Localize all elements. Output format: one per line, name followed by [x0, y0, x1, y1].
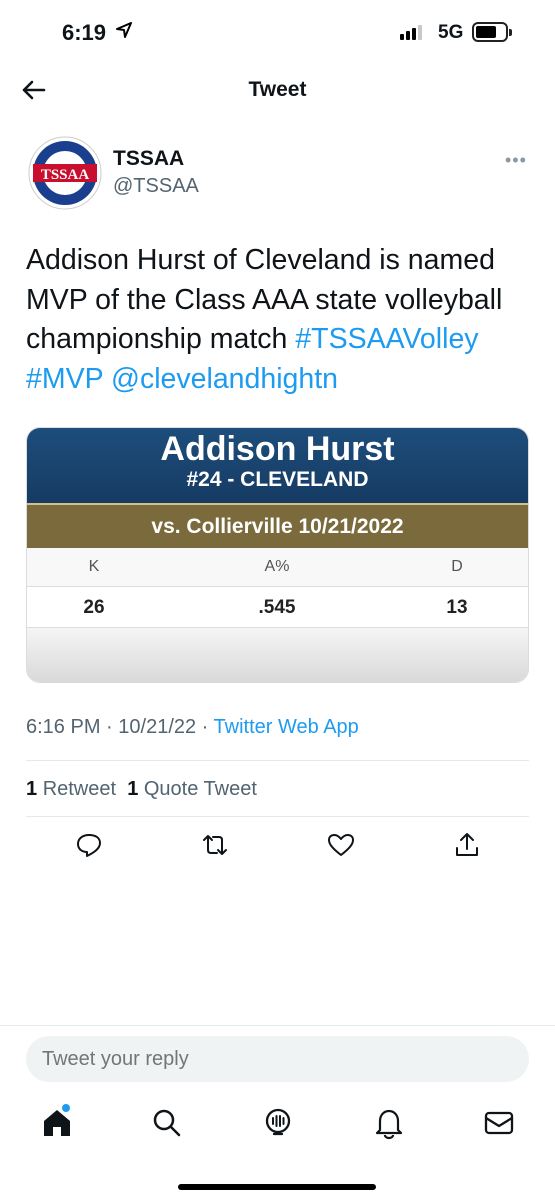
reply-icon[interactable] [74, 830, 104, 860]
tweet-date: 10/21/22 [118, 716, 197, 738]
match-info: vs. Collierville 10/21/2022 [27, 503, 528, 548]
retweet-count-label: Retweet [42, 778, 117, 800]
engagement-counts: 1 Retweet 1 Quote Tweet [26, 778, 257, 801]
notifications-bell-icon[interactable] [372, 1106, 406, 1140]
author-name[interactable]: TSSAA [113, 147, 184, 171]
retweet-count: 1 [26, 778, 38, 800]
stat-value-digs: 13 [446, 597, 468, 618]
player-name: Addison Hurst [160, 430, 395, 468]
share-icon[interactable] [452, 830, 482, 860]
spaces-icon[interactable] [261, 1106, 295, 1140]
top-bar: Tweet [0, 64, 555, 118]
status-time: 6:19 [62, 20, 107, 45]
tweet-text: Addison Hurst of Cleveland is named MVP … [26, 241, 536, 399]
media-image[interactable]: Addison Hurst #24 - CLEVELAND vs. Collie… [26, 427, 529, 683]
like-heart-icon[interactable] [326, 830, 356, 860]
home-icon[interactable] [40, 1106, 74, 1140]
hashtag-link[interactable]: #TSSAAVolley [295, 323, 478, 355]
messages-envelope-icon[interactable] [482, 1106, 516, 1140]
status-bar: 6:19 5G [0, 0, 555, 64]
divider [26, 760, 529, 761]
page-title: Tweet [248, 78, 307, 101]
tweet-meta: 6:16 PM · 10/21/22 · Twitter Web App [26, 716, 359, 738]
card-footer [27, 628, 528, 682]
retweet-icon[interactable] [200, 830, 230, 860]
tssaa-logo-icon: TSSAA [28, 136, 102, 210]
hashtag-link[interactable]: #MVP [26, 363, 103, 395]
bottom-nav [0, 1102, 555, 1152]
stat-value-attack-pct: .545 [258, 597, 296, 618]
stat-values: 26 .545 13 [27, 586, 528, 628]
stat-header-kills: K [88, 558, 100, 575]
notification-dot [62, 1104, 70, 1112]
more-options-icon[interactable]: ••• [505, 150, 527, 171]
search-icon[interactable] [150, 1106, 184, 1140]
card-header: Addison Hurst #24 - CLEVELAND [27, 428, 528, 503]
battery-icon [472, 22, 512, 42]
quote-count: 1 [127, 778, 139, 800]
tweet-source-link[interactable]: Twitter Web App [214, 716, 359, 738]
mention-link[interactable]: @clevelandhightn [111, 363, 338, 395]
player-number: #24 - CLEVELAND [186, 468, 369, 491]
reply-input[interactable] [26, 1036, 529, 1082]
avatar[interactable]: TSSAA [28, 136, 102, 210]
stat-headers: K A% D [27, 548, 528, 586]
network-type: 5G [438, 22, 464, 43]
signal-strength-icon [400, 25, 422, 40]
tweet-time: 6:16 PM [26, 716, 101, 738]
divider [26, 816, 529, 817]
home-indicator [178, 1184, 376, 1190]
author-handle[interactable]: @TSSAA [113, 175, 199, 198]
stat-value-kills: 26 [83, 597, 105, 618]
divider [0, 1025, 555, 1026]
location-arrow-icon [116, 22, 132, 38]
quote-count-link[interactable]: 1 Quote Tweet [127, 778, 257, 800]
stat-header-digs: D [451, 558, 463, 575]
svg-text:TSSAA: TSSAA [41, 167, 90, 183]
tweet-actions [0, 830, 555, 864]
stat-header-attack-pct: A% [264, 558, 290, 575]
retweet-count-link[interactable]: 1 Retweet [26, 778, 116, 800]
quote-count-label: Quote Tweet [143, 778, 257, 800]
